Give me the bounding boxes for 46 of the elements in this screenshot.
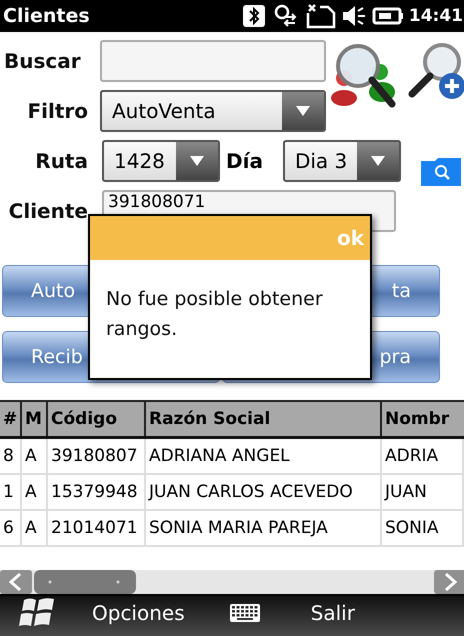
column-header[interactable]: Código xyxy=(48,402,146,436)
table-cell: A xyxy=(22,475,48,509)
column-header[interactable]: Razón Social xyxy=(146,402,382,436)
table-cell: JUAN xyxy=(382,475,464,509)
volume-icon xyxy=(340,3,367,29)
column-header[interactable]: Nombr xyxy=(382,402,464,436)
table-cell: A xyxy=(22,439,48,473)
table-cell: 21014071 xyxy=(48,511,146,545)
field-label: Buscar xyxy=(3,49,82,73)
route-dropdown[interactable]: 1428 xyxy=(102,140,220,182)
field-label: Ruta xyxy=(34,149,88,173)
field-label: Filtro xyxy=(26,99,88,123)
no-signal-icon xyxy=(306,3,336,29)
column-header[interactable]: # xyxy=(0,402,22,436)
table-cell: 8 xyxy=(0,439,22,473)
clock-time: 14:41 xyxy=(408,6,463,26)
folder-search-icon[interactable] xyxy=(420,158,461,186)
table-cell: 6 xyxy=(0,511,22,545)
horizontal-scrollbar[interactable] xyxy=(0,570,464,594)
caret-icon xyxy=(370,155,386,167)
caret-icon xyxy=(295,105,311,117)
field-label: Cliente xyxy=(8,199,88,223)
exit-menu[interactable]: Salir xyxy=(310,601,355,625)
window-title: Clientes xyxy=(3,5,90,27)
table-cell: JUAN CARLOS ACEVEDO xyxy=(146,475,382,509)
table-cell: SONIA xyxy=(382,511,464,545)
table-cell: 15379948 xyxy=(48,475,146,509)
column-header[interactable]: M xyxy=(22,402,48,436)
scroll-right-icon[interactable] xyxy=(434,570,464,594)
table-cell: SONIA MARIA PAREJA xyxy=(146,511,382,545)
filter-dropdown[interactable]: AutoVenta xyxy=(100,90,326,132)
zoom-in-icon[interactable] xyxy=(408,40,464,100)
scroll-thumb[interactable] xyxy=(34,570,136,594)
bluetooth-icon xyxy=(242,4,266,28)
options-menu[interactable]: Opciones xyxy=(92,601,185,625)
day-dropdown[interactable]: Dia 3 xyxy=(282,140,401,182)
table-cell: A xyxy=(22,511,48,545)
table-cell: ADRIANA ANGEL xyxy=(146,439,382,473)
dialog-message: No fue posible obtener rangos. xyxy=(106,287,324,342)
table-cell: ADRIA xyxy=(382,439,464,473)
search-field[interactable] xyxy=(100,40,326,82)
field-label: Día xyxy=(226,149,263,173)
caret-icon xyxy=(189,155,205,167)
table-cell: 1 xyxy=(0,475,22,509)
keyboard-icon[interactable] xyxy=(228,603,261,623)
table-cell: 39180807 xyxy=(48,439,146,473)
